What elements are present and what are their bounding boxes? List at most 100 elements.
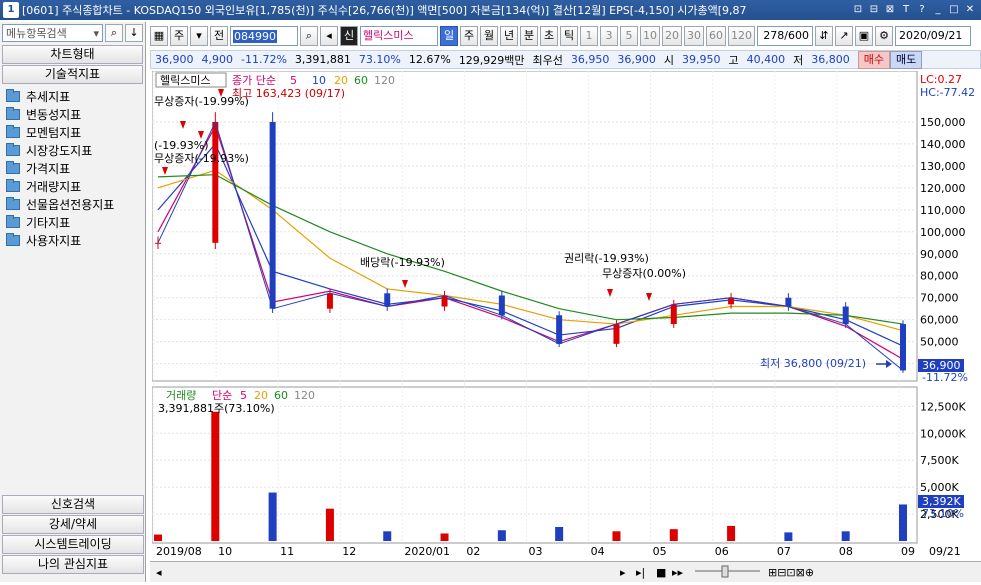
tab-chart-type[interactable]: 차트형태 [2,45,143,64]
tab-technical-indicators[interactable]: 기술적지표 [2,65,143,84]
x-tick-label: 08 [839,545,853,558]
vol-ma-60: 60 [274,389,288,402]
ask-price: 36,950 [570,53,610,66]
scroll-left-icon[interactable]: ◂ [156,566,162,579]
gear-icon[interactable]: ⚙ [875,26,893,46]
volume-legend-ma: 단순 [212,389,232,402]
link-icon[interactable]: ⊡ [851,2,865,17]
interval-120[interactable]: 120 [728,26,755,46]
volume-bar [669,529,678,541]
tree-item-futures-options[interactable]: 선물옵션전용지표 [6,195,139,213]
prefix-button[interactable]: 전 [210,26,228,46]
interval-20[interactable]: 20 [662,26,682,46]
volume-tick-label: 12,500K [920,400,966,413]
annotation-low: 최저 36,800 (09/21) [760,357,866,370]
chart-settings-icon[interactable]: ▦ [150,26,168,46]
signal-search-button[interactable]: 신호검색 [2,495,144,514]
buy-button[interactable]: 매수 [857,50,891,69]
split-icon[interactable]: ⊟ [867,2,881,17]
stock-code-input[interactable]: 084990 [230,26,298,46]
volume-bar [154,534,162,541]
price-legend-ma-label: 종가 단순 [232,74,276,87]
stock-badge: 신 [340,26,358,46]
sound-icon[interactable]: ◂ [320,26,338,46]
price-tick-label: 140,000 [920,138,966,151]
tree-item-volatility[interactable]: 변동성지표 [6,105,139,123]
price-change-pct: -11.72% [241,53,287,66]
zoom-slider-handle[interactable] [721,565,729,578]
tree-item-volume[interactable]: 거래량지표 [6,177,139,195]
period-week[interactable]: 주 [460,26,478,46]
tree-item-trend[interactable]: 추세지표 [6,87,139,105]
play-icon[interactable]: ▸ [620,566,626,579]
tree-item-momentum[interactable]: 모멘텀지표 [6,123,139,141]
indicator-sidebar: 메뉴항목검색 ▾ ⌕ ↓ 차트형태 기술적지표 추세지표 변동성지표 모멘텀지표… [0,22,146,582]
maximize-button[interactable]: □ [947,2,961,17]
price-tick-label: 70,000 [920,292,959,305]
candle-body [155,242,161,244]
interval-5[interactable]: 5 [620,26,638,46]
font-icon[interactable]: T [899,2,913,17]
price-tick-label: 80,000 [920,270,959,283]
dropdown-icon[interactable]: ▾ [93,27,99,40]
window-number-badge: 1 [3,2,19,18]
help-icon[interactable]: ? [915,2,929,17]
code-search-icon[interactable]: ⌕ [300,26,318,46]
x-tick-label: 11 [280,545,294,558]
tree-item-price[interactable]: 가격지표 [6,159,139,177]
market-type-select[interactable]: 주 [170,26,188,46]
interval-30[interactable]: 30 [684,26,704,46]
interval-3[interactable]: 3 [600,26,618,46]
period-day[interactable]: 일 [440,26,458,46]
close-button[interactable]: ✕ [963,2,977,17]
period-second[interactable]: 초 [540,26,558,46]
tree-item-other[interactable]: 기타지표 [6,213,139,231]
zoom-icon[interactable]: ⊞⊟⊡⊠⊕ [768,566,814,579]
system-trading-button[interactable]: 시스템트레이딩 [2,535,144,554]
fast-forward-icon[interactable]: ▸▸ [672,566,684,579]
tree-item-label: 선물옵션전용지표 [26,197,115,212]
interval-10[interactable]: 10 [640,26,660,46]
search-icon[interactable]: ⌕ [105,24,123,42]
sell-button[interactable]: 매도 [890,50,923,69]
strength-weakness-button[interactable]: 강세/약세 [2,515,144,534]
my-indicators-button[interactable]: 나의 관심지표 [2,555,144,574]
period-tick[interactable]: 틱 [560,26,578,46]
volume-bar [612,531,621,541]
save-icon[interactable]: ▣ [855,26,873,46]
tree-item-user[interactable]: 사용자지표 [6,231,139,249]
interval-1[interactable]: 1 [580,26,598,46]
data-count-field[interactable]: 278/600 [757,26,813,46]
next-icon[interactable]: ▸| [636,566,645,579]
chart-scrollbar[interactable]: ◂ ▸ ▸| ■ ▸▸ ⊞⊟⊡⊠⊕ [150,561,981,582]
volume-bar [268,492,277,541]
period-year[interactable]: 년 [500,26,518,46]
interval-60[interactable]: 60 [706,26,726,46]
volume-bar [899,504,907,541]
arrow-down-icon[interactable]: ↓ [125,24,143,42]
volume-bar [440,533,449,541]
trade-amount: 129,929백만 [458,53,525,67]
dropdown-icon[interactable]: ▾ [190,26,208,46]
price-info-row: 36,900 4,900 -11.72% 3,391,881 73.10% 12… [150,50,981,69]
current-price: 36,900 [155,53,194,66]
date-field[interactable]: 2020/09/21 [895,26,971,46]
tree-item-label: 사용자지표 [26,233,82,248]
indicator-add-icon[interactable]: ⇵ [815,26,833,46]
period-month[interactable]: 월 [480,26,498,46]
price-tick-label: 130,000 [920,160,966,173]
stock-chart[interactable]: 150,000 140,000 130,000 120,000 110,000 100,0… [151,70,981,561]
x-tick-label: 2019/08 [156,545,202,558]
annotation-bonus-zero: 무상증자(0.00%) [602,267,686,280]
sidebar-bottom-buttons: 신호검색 강세/약세 시스템트레이딩 나의 관심지표 [0,494,146,575]
menu-search-input[interactable]: 메뉴항목검색 ▾ [2,24,103,42]
save-window-icon[interactable]: ⊠ [883,2,897,17]
stop-icon[interactable]: ■ [656,566,666,579]
volume-bar [211,411,220,541]
tree-item-market-strength[interactable]: 시장강도지표 [6,141,139,159]
draw-tool-icon[interactable]: ↗ [835,26,853,46]
period-minute[interactable]: 분 [520,26,538,46]
minimize-button[interactable]: _ [931,2,945,17]
legend-ma-10: 10 [312,74,326,87]
chart-area[interactable]: 150,000 140,000 130,000 120,000 110,000 100,0… [151,70,981,561]
